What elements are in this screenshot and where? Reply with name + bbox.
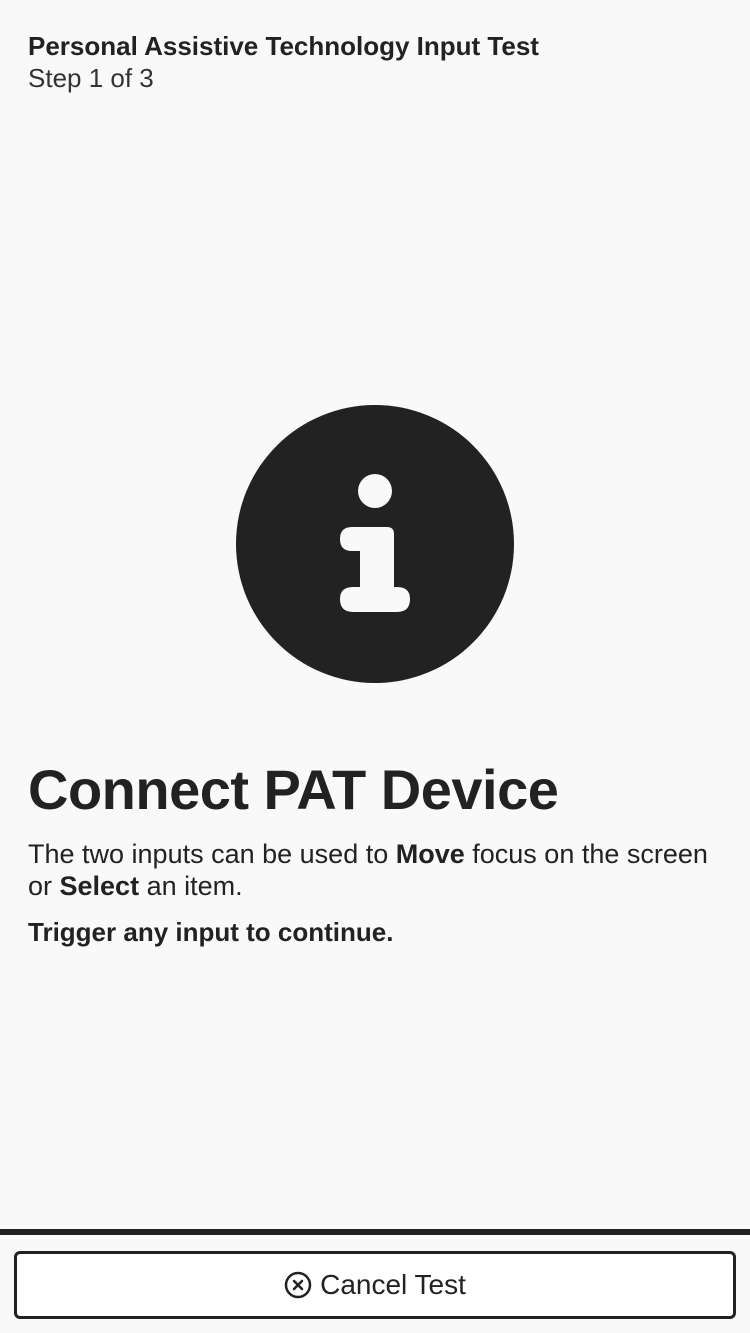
step-indicator: Step 1 of 3 [28, 63, 154, 93]
footer-divider [0, 1229, 750, 1235]
continue-prompt: Trigger any input to continue. [28, 917, 394, 947]
description-part-3: an item. [139, 871, 243, 901]
description-part-1: The two inputs can be used to [28, 839, 396, 869]
info-icon [236, 405, 514, 683]
instructions-text: The two inputs can be used to Move focus… [28, 838, 722, 902]
app-title: Personal Assistive Technology Input Test [28, 31, 539, 61]
page-header: Personal Assistive Technology Input Test… [28, 30, 722, 94]
close-circle-icon [284, 1271, 312, 1299]
cancel-test-label: Cancel Test [320, 1269, 466, 1300]
cancel-test-button[interactable]: Cancel Test [14, 1251, 736, 1319]
page-title: Connect PAT Device [28, 758, 559, 821]
main-content: Connect PAT Device The two inputs can be… [28, 758, 722, 948]
move-keyword: Move [395, 839, 465, 869]
select-keyword: Select [59, 871, 140, 901]
